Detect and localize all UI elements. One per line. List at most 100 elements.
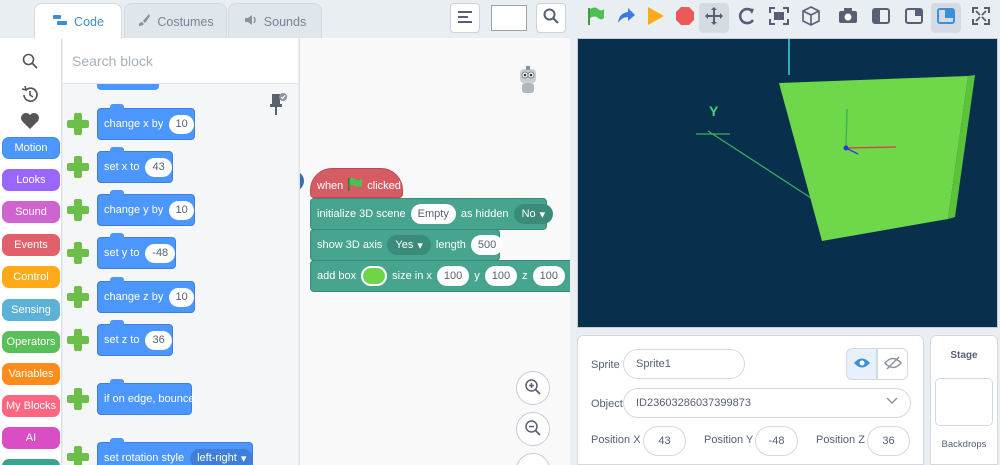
- small-stage-button[interactable]: [866, 3, 896, 33]
- category-control[interactable]: Control: [2, 266, 60, 288]
- block-value-input[interactable]: 10: [169, 287, 194, 307]
- large-stage-button[interactable]: [931, 3, 961, 33]
- tab-code-label: Code: [74, 14, 104, 29]
- hide-sprite-button[interactable]: [877, 348, 908, 380]
- add-box-block[interactable]: add box size in x 100 y 100 z 100 ed: [310, 260, 570, 292]
- tab-costumes[interactable]: Costumes: [124, 3, 227, 39]
- category-sound[interactable]: Sound: [2, 201, 60, 223]
- category-looks[interactable]: Looks: [2, 169, 60, 191]
- add-block-plus-icon[interactable]: [66, 241, 90, 265]
- block-value-input[interactable]: -48: [145, 243, 175, 263]
- stage-selector-panel[interactable]: Stage Backdrops: [930, 335, 998, 465]
- green-flag-button[interactable]: [580, 3, 610, 33]
- block-set-y-to[interactable]: set y to -48: [97, 233, 176, 269]
- category-variables-label: Variables: [8, 368, 54, 380]
- category-menu: Motion Looks Sound Events Control Sensin…: [0, 38, 62, 465]
- favorites-heart-icon[interactable]: [18, 110, 42, 132]
- stop-button[interactable]: [670, 3, 700, 33]
- category-operators[interactable]: Operators: [2, 331, 60, 353]
- size-z-input[interactable]: 100: [532, 266, 565, 286]
- category-my-blocks[interactable]: My Blocks: [2, 395, 60, 417]
- script-area[interactable]: when clicked initialize 3D scene Empty a…: [299, 38, 570, 465]
- sprite-name-value: Sprite1: [636, 358, 671, 370]
- axis-visible-dropdown[interactable]: Yes ▾: [387, 235, 431, 255]
- category-variables[interactable]: Variables: [2, 363, 60, 385]
- object-select[interactable]: ID23603286037399873: [623, 388, 911, 418]
- block-value-input[interactable]: 10: [169, 114, 194, 134]
- search-block-input[interactable]: Search block: [63, 38, 298, 84]
- category-extension[interactable]: [2, 459, 60, 465]
- block-change-x-by[interactable]: change x by 10: [97, 104, 195, 140]
- category-sensing[interactable]: Sensing: [2, 299, 60, 321]
- search-button[interactable]: [536, 3, 566, 33]
- fullscreen-button[interactable]: [966, 3, 996, 33]
- block-change-z-by[interactable]: change z by 10: [97, 277, 195, 313]
- category-my-blocks-label: My Blocks: [5, 400, 57, 412]
- block-set-x-to[interactable]: set x to 43: [97, 147, 173, 183]
- category-ai[interactable]: AI: [2, 427, 60, 449]
- object-label: Object: [591, 398, 623, 410]
- add-block-plus-icon[interactable]: [66, 445, 90, 465]
- position-x-label: Position X: [591, 434, 641, 446]
- play-button[interactable]: [641, 3, 671, 33]
- add-block-plus-icon[interactable]: [66, 198, 90, 222]
- show-3d-axis-block[interactable]: show 3D axis Yes ▾ length 500: [310, 229, 504, 261]
- cube-icon: [801, 5, 821, 31]
- category-motion[interactable]: Motion: [2, 137, 60, 159]
- block-set-z-to[interactable]: set z to 36: [97, 320, 173, 356]
- category-ai-label: AI: [25, 432, 37, 444]
- tab-code[interactable]: Code: [34, 3, 122, 39]
- rotation-style-dropdown[interactable]: left-right ▾: [190, 448, 254, 465]
- add-block-plus-icon[interactable]: [66, 328, 90, 352]
- pin-icon[interactable]: [269, 92, 289, 119]
- block-label: set y to: [104, 247, 140, 259]
- show-sprite-button[interactable]: [846, 348, 877, 380]
- history-icon[interactable]: [18, 84, 42, 106]
- size-x-input[interactable]: 100: [436, 266, 470, 286]
- position-y-input[interactable]: -48: [755, 426, 798, 456]
- move-mode-button[interactable]: [699, 3, 729, 33]
- axis-length-input[interactable]: 500: [470, 235, 504, 255]
- block-value-input[interactable]: 43: [145, 157, 172, 177]
- add-block-plus-icon[interactable]: [66, 285, 90, 309]
- align-blocks-button[interactable]: [450, 3, 480, 33]
- hidden-dropdown[interactable]: No ▾: [513, 204, 554, 224]
- size-y-input[interactable]: 100: [484, 266, 518, 286]
- position-x-input[interactable]: 43: [643, 426, 686, 456]
- block-value-input[interactable]: 36: [145, 330, 172, 350]
- block-label: add box: [317, 270, 357, 282]
- sprite-name-input[interactable]: Sprite1: [623, 349, 745, 379]
- stage-canvas[interactable]: Y: [577, 38, 998, 328]
- add-block-plus-icon[interactable]: [66, 112, 90, 136]
- scene-input[interactable]: Empty: [410, 204, 456, 224]
- flyout-handle[interactable]: [300, 171, 304, 191]
- stop-icon: [675, 6, 695, 31]
- backdrop-thumbnail[interactable]: [935, 378, 993, 426]
- medium-stage-button[interactable]: [899, 3, 929, 33]
- chevron-down-icon: ▾: [417, 239, 423, 252]
- zoom-in-button[interactable]: [516, 371, 550, 405]
- tab-sounds[interactable]: Sounds: [228, 3, 322, 39]
- rotate-mode-button[interactable]: [732, 3, 762, 33]
- initialize-3d-scene-block[interactable]: initialize 3D scene Empty as hidden No ▾: [310, 198, 554, 230]
- box-color-picker[interactable]: [361, 266, 388, 286]
- search-blocks-icon[interactable]: [18, 50, 42, 72]
- palette-block-partial[interactable]: [97, 84, 159, 90]
- category-events[interactable]: Events: [2, 234, 60, 256]
- block-value-input[interactable]: 10: [169, 200, 194, 220]
- camera-button[interactable]: [833, 3, 863, 33]
- add-block-plus-icon[interactable]: [66, 155, 90, 179]
- medium-stage-icon: [905, 7, 923, 29]
- zoom-reset-button[interactable]: [516, 453, 550, 465]
- scale-mode-button[interactable]: [764, 3, 794, 33]
- cube-view-button[interactable]: [796, 3, 826, 33]
- block-change-y-by[interactable]: change y by 10: [97, 190, 195, 226]
- turbo-button[interactable]: [611, 3, 641, 33]
- position-z-input[interactable]: 36: [867, 426, 910, 456]
- add-block-plus-icon[interactable]: [66, 387, 90, 411]
- block-set-rotation-style[interactable]: set rotation style left-right ▾: [97, 438, 254, 465]
- stage-size-input[interactable]: [491, 5, 527, 31]
- block-if-on-edge-bounce[interactable]: if on edge, bounce: [97, 379, 195, 415]
- when-flag-clicked-block[interactable]: when clicked: [310, 168, 403, 198]
- zoom-out-button[interactable]: [516, 412, 550, 446]
